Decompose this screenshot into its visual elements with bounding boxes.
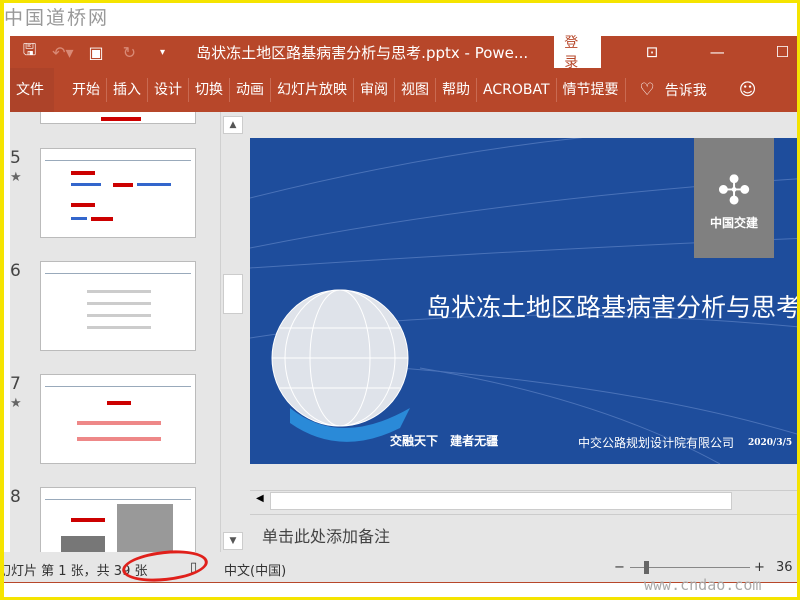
slide-number: 6	[10, 261, 21, 281]
notes-pane[interactable]: 单击此处添加备注	[250, 514, 797, 552]
minimize-icon[interactable]: —	[703, 43, 732, 61]
slide-canvas[interactable]: ✣ 中国交建 岛状冻土地区路基病害分析与思考 交融天下 建者无疆 中交公路规划设…	[250, 138, 797, 464]
horizontal-scrollbar[interactable]: ◀	[250, 490, 797, 510]
zoom-out-button[interactable]: −	[614, 560, 625, 575]
tab-file[interactable]: 文件	[10, 68, 54, 112]
tab-design[interactable]: 设计	[148, 78, 189, 102]
maximize-icon[interactable]: ☐	[768, 43, 797, 61]
undo-icon[interactable]: ↶▾	[49, 43, 76, 62]
scroll-thumb[interactable]	[270, 492, 732, 510]
save-icon[interactable]: 🖫	[16, 39, 43, 66]
tab-home[interactable]: 开始	[66, 78, 107, 102]
slide-thumbnail-8[interactable]: 8	[10, 487, 220, 552]
globe-icon	[271, 289, 410, 442]
star-icon: ★	[10, 396, 22, 411]
lightbulb-icon: ♡	[639, 80, 655, 100]
thumbnail-pane: 5 ★ 6 7 ★ 8	[10, 112, 220, 552]
tab-storyboard[interactable]: 情节提要	[557, 78, 626, 102]
tell-me-button[interactable]: 告诉我	[665, 80, 707, 100]
watermark-url: www.cndao.com	[644, 576, 762, 594]
scroll-left-icon[interactable]: ◀	[256, 493, 264, 504]
slide-thumbnail-5[interactable]: 5 ★	[10, 148, 220, 238]
slide-thumbnail-6[interactable]: 6	[10, 261, 220, 351]
redo-icon[interactable]: ↻	[116, 43, 143, 62]
ribbon-display-icon[interactable]: ⊡	[637, 43, 666, 61]
scroll-down-button[interactable]: ▼	[223, 532, 243, 550]
tab-help[interactable]: 帮助	[436, 78, 477, 102]
tab-acrobat[interactable]: ACROBAT	[477, 78, 557, 102]
slide-thumbnail-7[interactable]: 7 ★	[10, 374, 220, 464]
customize-icon[interactable]: ▾	[149, 47, 176, 58]
tab-review[interactable]: 审阅	[354, 78, 395, 102]
tab-view[interactable]: 视图	[395, 78, 436, 102]
zoom-in-button[interactable]: +	[754, 560, 765, 575]
present-icon[interactable]: ▣	[82, 43, 109, 62]
tab-animations[interactable]: 动画	[230, 78, 271, 102]
logo-mark-icon: ✣	[717, 168, 751, 214]
tab-transitions[interactable]: 切换	[189, 78, 230, 102]
window-title: 岛状冻土地区路基病害分析与思考.pptx - Powe...	[196, 43, 529, 62]
zoom-slider-thumb[interactable]	[644, 561, 649, 574]
zoom-level[interactable]: 36	[776, 560, 793, 575]
thumbnail-scrollbar[interactable]: ▲ ▼	[220, 112, 244, 552]
ribbon-tabs: 文件 开始 插入 设计 切换 动画 幻灯片放映 审阅 视图 帮助 ACROBAT…	[10, 68, 797, 112]
language-indicator[interactable]: 中文(中国)	[224, 560, 286, 579]
workspace: 5 ★ 6 7 ★ 8 ▲ ▼ ✣ 中国交建 岛状冻土地区路基病害分析与思考 交…	[10, 112, 797, 552]
slide-organization: 中交公路规划设计院有限公司	[578, 436, 735, 450]
tab-slideshow[interactable]: 幻灯片放映	[271, 78, 354, 102]
login-button[interactable]: 登录	[554, 31, 602, 73]
watermark-logo: 中国道桥网	[4, 7, 110, 29]
scroll-up-button[interactable]: ▲	[223, 116, 243, 134]
title-bar: 🖫 ↶▾ ▣ ↻ ▾ 岛状冻土地区路基病害分析与思考.pptx - Powe..…	[10, 31, 797, 73]
slide-number: 5	[10, 148, 21, 168]
scroll-thumb[interactable]	[223, 274, 243, 314]
company-logo: ✣ 中国交建	[694, 138, 774, 258]
slide-number: 7	[10, 374, 21, 394]
slide-number: 8	[10, 487, 21, 507]
slide-date: 2020/3/5	[748, 438, 793, 448]
slide-title[interactable]: 岛状冻土地区路基病害分析与思考	[426, 288, 797, 324]
slide-slogan: 交融天下 建者无疆	[390, 434, 499, 448]
slide-thumbnail[interactable]	[10, 112, 220, 124]
user-icon[interactable]: ☺	[739, 80, 757, 100]
tab-insert[interactable]: 插入	[107, 78, 148, 102]
star-icon: ★	[10, 170, 22, 185]
logo-text: 中国交建	[709, 216, 758, 230]
